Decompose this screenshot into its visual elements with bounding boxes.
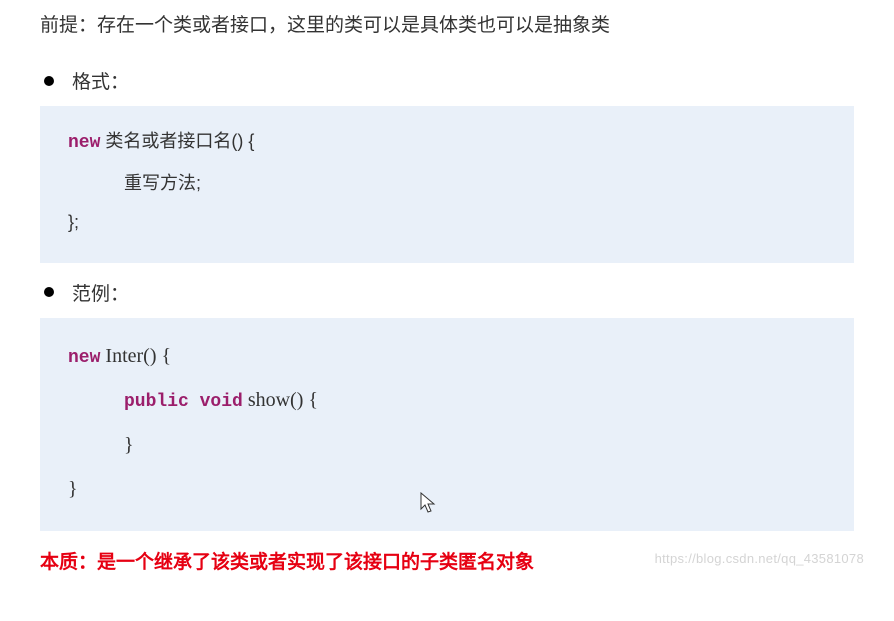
bullet-dot-icon (44, 287, 54, 297)
code-line: public void show() { (68, 378, 826, 423)
code-text: show() { (243, 389, 318, 411)
code-text: 类名或者接口名() { (100, 131, 254, 151)
code-line: }; (68, 203, 826, 243)
format-bullet: 格式： (40, 67, 854, 94)
keyword-public-void: public void (124, 392, 243, 412)
code-line: 重写方法; (68, 164, 826, 204)
keyword-new: new (68, 348, 100, 368)
keyword-new: new (68, 133, 100, 153)
example-bullet: 范例： (40, 279, 854, 306)
example-code-block: new Inter() { public void show() { } } (40, 318, 854, 531)
code-line: new Inter() { (68, 334, 826, 379)
code-line: } (68, 423, 826, 467)
code-line: new 类名或者接口名() { (68, 122, 826, 164)
bullet-dot-icon (44, 76, 54, 86)
code-text: Inter() { (100, 345, 171, 367)
format-label: 格式： (72, 67, 129, 94)
example-label: 范例： (72, 279, 129, 306)
watermark-text: https://blog.csdn.net/qq_43581078 (655, 551, 864, 566)
format-code-block: new 类名或者接口名() { 重写方法; }; (40, 106, 854, 263)
premise-text: 前提：存在一个类或者接口，这里的类可以是具体类也可以是抽象类 (40, 10, 854, 37)
code-line: } (68, 467, 826, 511)
